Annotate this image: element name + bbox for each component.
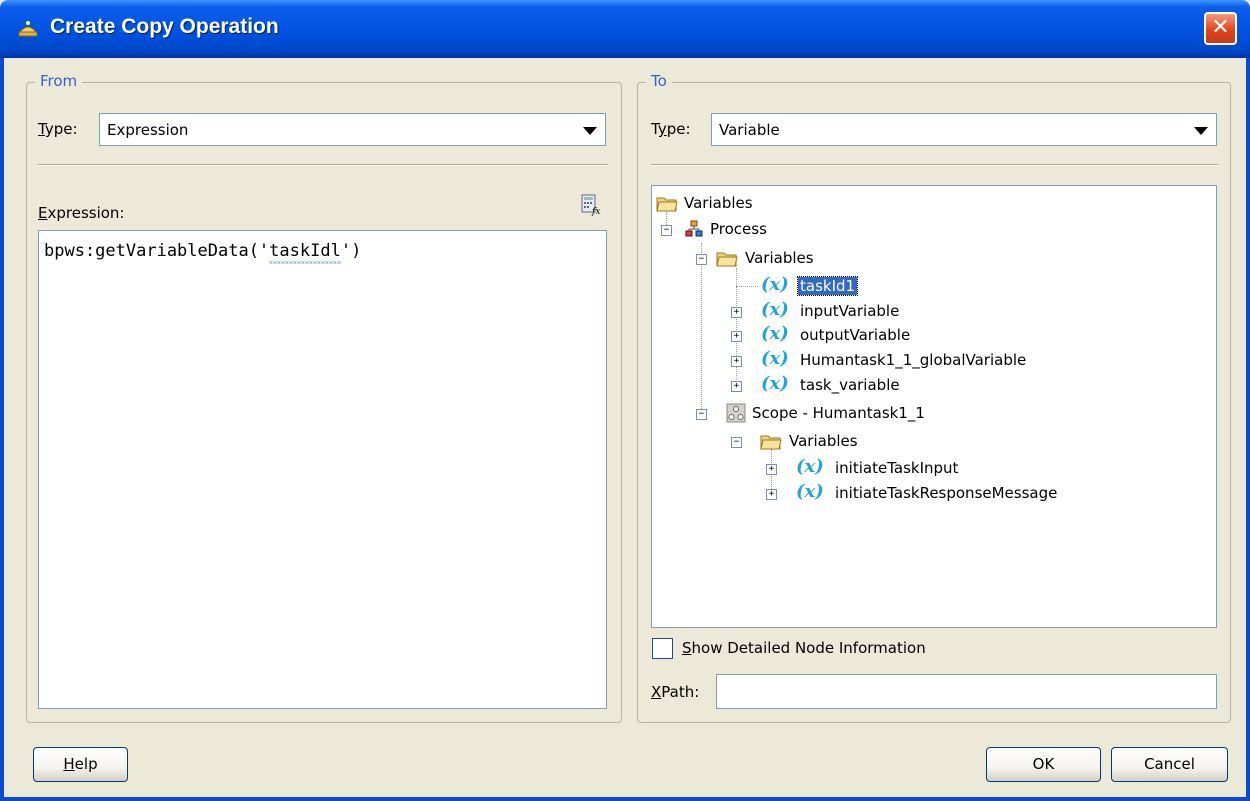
expand-icon[interactable]: + [731, 381, 742, 392]
show-detailed-label: Show Detailed Node Information [682, 639, 926, 657]
window-title: Create Copy Operation [50, 15, 279, 38]
xpath-label: XPath: [651, 683, 700, 701]
close-button[interactable]: ✕ [1204, 12, 1237, 45]
tree-row[interactable]: + (x) initiateTaskResponseMessage [652, 481, 1212, 505]
to-legend: To [646, 72, 672, 90]
expression-text: bpws:getVariableData('taskIdl') [44, 241, 361, 261]
folder-icon [716, 252, 738, 267]
to-type-label: Type: [651, 120, 691, 138]
folder-icon [760, 435, 782, 450]
expression-builder-icon[interactable]: fx [580, 194, 602, 216]
chevron-down-icon [583, 127, 597, 135]
variable-icon: (x) [796, 481, 824, 502]
show-detailed-checkbox[interactable] [652, 638, 673, 659]
chevron-down-icon [1194, 127, 1208, 135]
scope-icon [726, 403, 746, 423]
to-type-value: Variable [719, 121, 780, 139]
tree-row[interactable]: − Process [652, 217, 1212, 241]
app-icon [18, 21, 38, 37]
variable-icon: (x) [761, 274, 789, 295]
from-legend: From [35, 72, 83, 90]
expand-icon[interactable]: + [731, 307, 742, 318]
variable-icon: (x) [761, 323, 789, 344]
window-frame-left [0, 58, 4, 801]
tree-row[interactable]: + (x) task_variable [652, 373, 1212, 397]
to-type-select[interactable]: Variable [711, 113, 1217, 146]
collapse-icon[interactable]: − [731, 437, 742, 448]
tree-row[interactable]: Variables [652, 191, 1212, 215]
xpath-input[interactable] [716, 674, 1217, 709]
from-type-value: Expression [107, 121, 189, 139]
tree-row[interactable]: + (x) inputVariable [652, 299, 1212, 323]
expand-icon[interactable]: + [766, 489, 777, 500]
expand-icon[interactable]: + [731, 356, 742, 367]
svg-text:fx: fx [591, 207, 600, 216]
expression-textarea[interactable]: bpws:getVariableData('taskIdl') [38, 230, 607, 709]
close-icon: ✕ [1211, 15, 1230, 40]
collapse-icon[interactable]: − [696, 254, 707, 265]
expression-label: Expression: [38, 204, 125, 222]
tree-item-selected: taskId1 [796, 276, 859, 296]
help-button[interactable]: Help [33, 747, 128, 782]
tree-row[interactable]: − Variables [652, 429, 1212, 453]
spelling-squiggle: taskIdl [269, 241, 341, 264]
tree-row[interactable]: − Variables [652, 246, 1212, 270]
expand-icon[interactable]: + [766, 464, 777, 475]
folder-icon [656, 197, 678, 212]
variable-tree[interactable]: Variables − Process − Variables (x) task… [651, 185, 1217, 628]
tree-row[interactable]: (x) taskId1 [652, 274, 1212, 298]
tree-row[interactable]: − Scope - Humantask1_1 [652, 401, 1212, 425]
window-frame-bottom [0, 797, 1250, 801]
collapse-icon[interactable]: − [696, 409, 707, 420]
from-type-select[interactable]: Expression [99, 113, 606, 146]
tree-row[interactable]: + (x) outputVariable [652, 323, 1212, 347]
from-separator [38, 164, 608, 166]
variable-icon: (x) [761, 373, 789, 394]
collapse-icon[interactable]: − [661, 225, 672, 236]
tree-row[interactable]: + (x) Humantask1_1_globalVariable [652, 348, 1212, 372]
expand-icon[interactable]: + [731, 331, 742, 342]
cancel-button[interactable]: Cancel [1111, 747, 1228, 782]
to-separator [651, 164, 1218, 166]
ok-button[interactable]: OK [986, 747, 1101, 782]
from-type-label: Type: [38, 120, 78, 138]
variable-icon: (x) [761, 348, 789, 369]
window-frame-right [1246, 58, 1250, 801]
tree-row[interactable]: + (x) initiateTaskInput [652, 456, 1212, 480]
process-icon [685, 220, 703, 237]
variable-icon: (x) [796, 456, 824, 477]
variable-icon: (x) [761, 299, 789, 320]
